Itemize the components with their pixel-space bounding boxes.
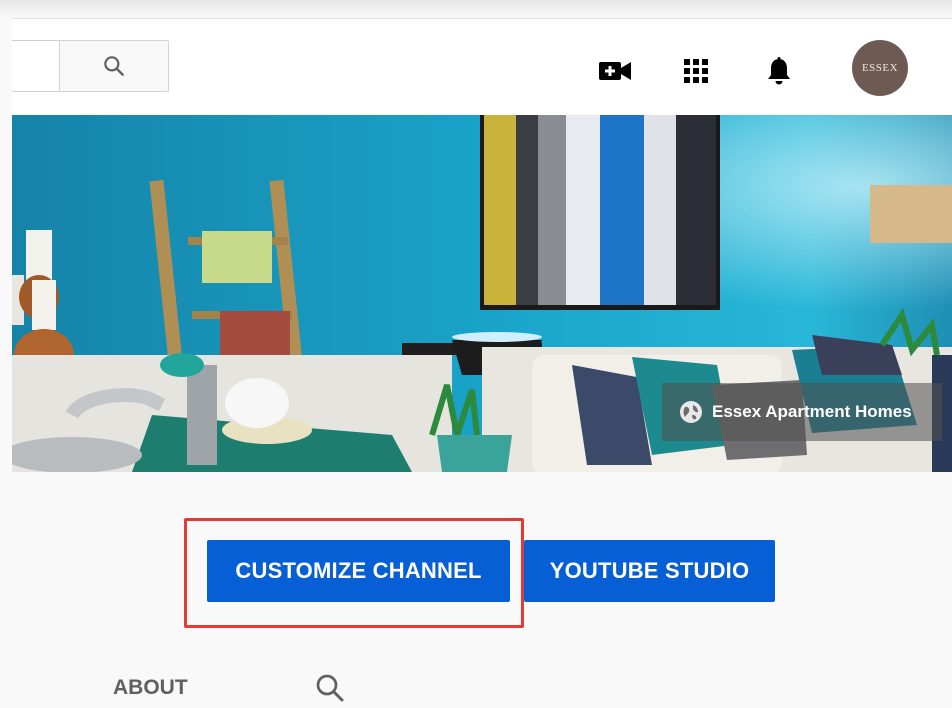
globe-icon	[680, 401, 702, 423]
channel-actions: CUSTOMIZE CHANNEL YOUTUBE STUDIO ABOUT	[0, 472, 952, 708]
apps-button[interactable]	[678, 53, 714, 89]
search-icon	[316, 674, 344, 702]
search-input[interactable]	[12, 40, 60, 92]
search-button[interactable]	[59, 40, 169, 92]
youtube-studio-button[interactable]: YOUTUBE STUDIO	[524, 540, 775, 602]
avatar[interactable]: ESSEX	[852, 40, 908, 96]
tab-about[interactable]: ABOUT	[113, 676, 188, 700]
video-camera-plus-icon	[599, 62, 631, 80]
create-video-button[interactable]	[597, 53, 633, 89]
banner-link-essex[interactable]: Essex Apartment Homes	[662, 383, 942, 441]
banner-link-label: Essex Apartment Homes	[712, 402, 912, 421]
window-top-edge	[0, 0, 952, 18]
customize-channel-button[interactable]: CUSTOMIZE CHANNEL	[207, 540, 510, 602]
bell-icon	[768, 57, 790, 85]
notifications-button[interactable]	[761, 53, 797, 89]
search-icon	[104, 56, 124, 76]
masthead: ESSEX	[12, 18, 952, 115]
channel-search-button[interactable]	[312, 670, 348, 706]
apps-grid-icon	[684, 59, 708, 83]
channel-banner: Essex Apartment Homes	[12, 115, 952, 472]
